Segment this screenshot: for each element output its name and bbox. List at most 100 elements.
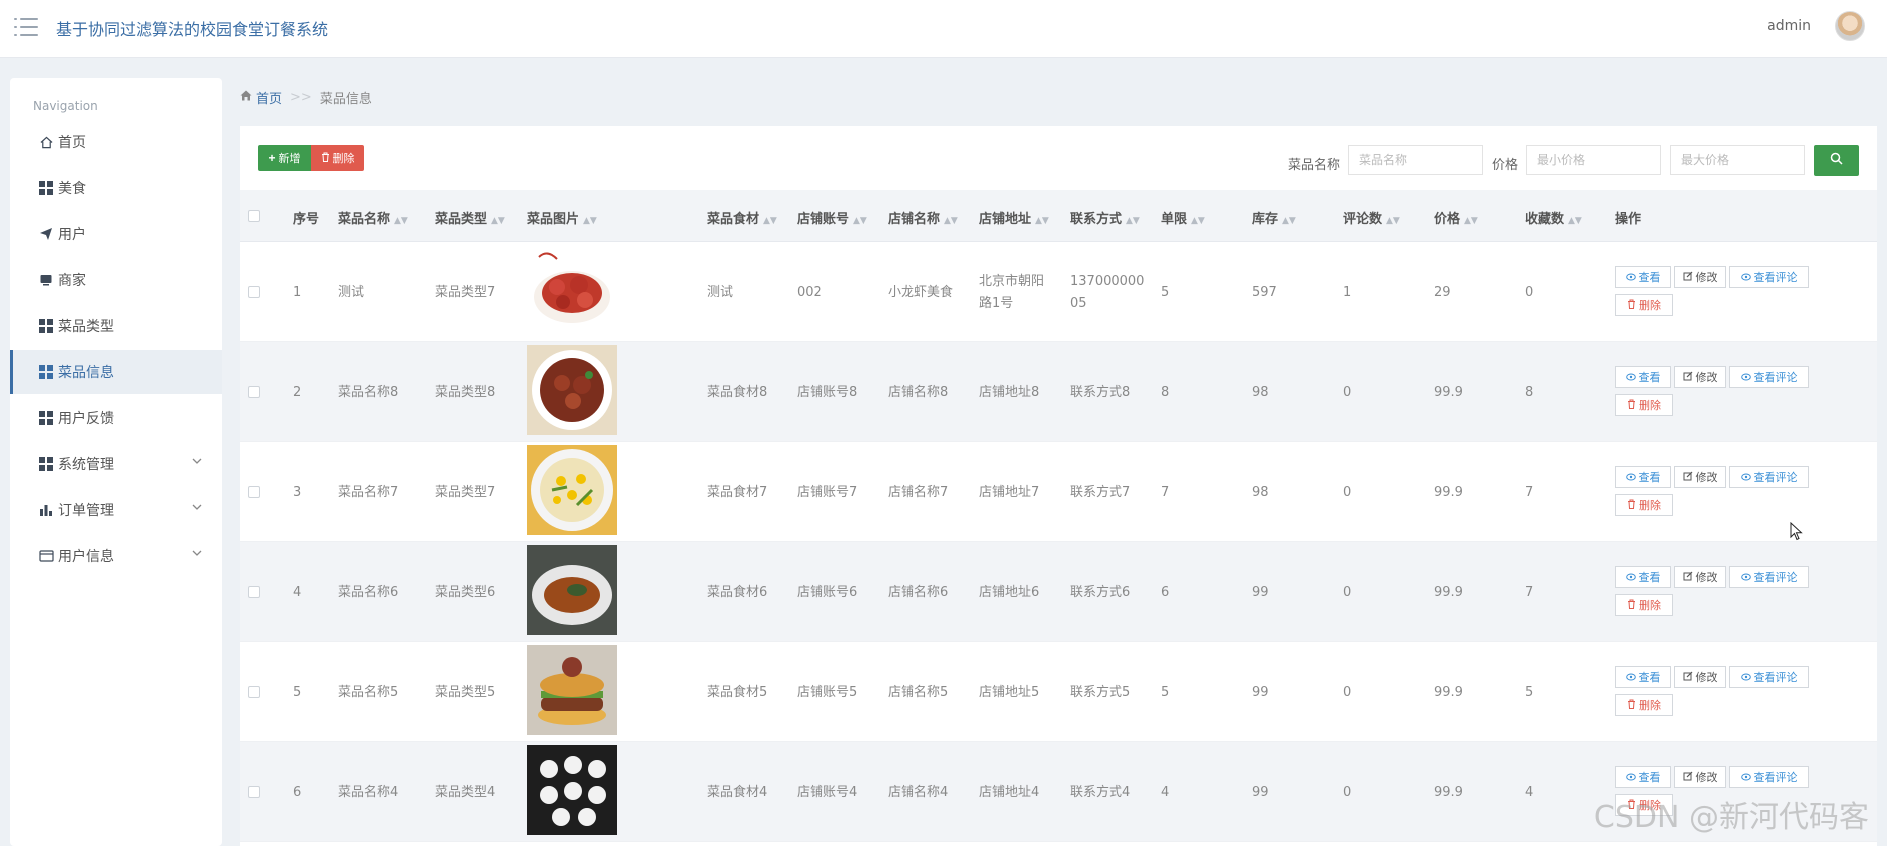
sidebar-item-user[interactable]: 用户 bbox=[10, 212, 222, 256]
col-header-shop[interactable]: 店铺名称 ▲▼ bbox=[888, 208, 958, 227]
cell-favorites: 0 bbox=[1525, 285, 1534, 300]
sidebar-item-food-info[interactable]: 菜品信息 bbox=[10, 350, 222, 394]
col-header-type[interactable]: 菜品类型 ▲▼ bbox=[435, 208, 505, 227]
name-search-input[interactable] bbox=[1348, 145, 1483, 175]
col-header-ingredients[interactable]: 菜品食材 ▲▼ bbox=[707, 208, 777, 227]
col-header-stock[interactable]: 库存 ▲▼ bbox=[1252, 208, 1296, 227]
food-image[interactable] bbox=[527, 645, 617, 735]
sidebar-item-feedback[interactable]: 用户反馈 bbox=[10, 396, 222, 440]
food-image[interactable] bbox=[527, 245, 617, 335]
col-header-favorites[interactable]: 收藏数 ▲▼ bbox=[1525, 208, 1582, 227]
row-checkbox[interactable] bbox=[248, 386, 260, 398]
sidebar-item-user-info[interactable]: 用户信息 bbox=[10, 534, 222, 578]
sidebar-item-food[interactable]: 美食 bbox=[10, 166, 222, 210]
sidebar-item-orders[interactable]: 订单管理 bbox=[10, 488, 222, 532]
view-button[interactable]: 查看 bbox=[1615, 766, 1671, 788]
cell-phone: 联系方式7 bbox=[1070, 485, 1131, 500]
trash-icon bbox=[1627, 499, 1636, 512]
edit-button[interactable]: 修改 bbox=[1674, 766, 1726, 788]
cell-stock: 98 bbox=[1252, 385, 1269, 400]
home-icon bbox=[240, 90, 252, 105]
sidebar-item-merchant[interactable]: 商家 bbox=[10, 258, 222, 302]
col-header-image[interactable]: 菜品图片 ▲▼ bbox=[527, 208, 597, 227]
edit-button[interactable]: 修改 bbox=[1674, 566, 1726, 588]
cell-address: 店铺地址7 bbox=[979, 485, 1040, 500]
view-comments-button[interactable]: 查看评论 bbox=[1729, 366, 1809, 388]
sidebar-item-label: 商家 bbox=[58, 273, 86, 289]
eye-icon bbox=[1625, 671, 1636, 684]
edit-icon bbox=[1683, 671, 1693, 684]
sidebar-item-home[interactable]: 首页 bbox=[10, 120, 222, 164]
view-comments-button[interactable]: 查看评论 bbox=[1729, 266, 1809, 288]
add-button[interactable]: + 新增 bbox=[258, 145, 311, 171]
user-name[interactable]: admin bbox=[1767, 18, 1811, 34]
col-header-account[interactable]: 店铺账号 ▲▼ bbox=[797, 208, 867, 227]
edit-icon bbox=[1683, 771, 1693, 784]
view-button[interactable]: 查看 bbox=[1615, 566, 1671, 588]
sidebar-item-label: 菜品类型 bbox=[58, 319, 114, 335]
row-checkbox[interactable] bbox=[248, 486, 260, 498]
row-delete-button[interactable]: 删除 bbox=[1615, 494, 1673, 516]
cell-type: 菜品类型6 bbox=[435, 585, 496, 600]
row-delete-button[interactable]: 删除 bbox=[1615, 594, 1673, 616]
row-delete-button[interactable]: 删除 bbox=[1615, 394, 1673, 416]
cell-name: 菜品名称6 bbox=[338, 585, 399, 600]
sidebar-item-label: 首页 bbox=[58, 135, 86, 151]
bar-chart-icon bbox=[38, 502, 54, 518]
col-header-name[interactable]: 菜品名称 ▲▼ bbox=[338, 208, 408, 227]
col-header-limit[interactable]: 单限 ▲▼ bbox=[1161, 208, 1205, 227]
view-button[interactable]: 查看 bbox=[1615, 666, 1671, 688]
cell-type: 菜品类型4 bbox=[435, 785, 496, 800]
max-price-input[interactable] bbox=[1670, 145, 1805, 175]
row-delete-button[interactable]: 删除 bbox=[1615, 294, 1673, 316]
food-image[interactable] bbox=[527, 545, 617, 635]
min-price-input[interactable] bbox=[1526, 145, 1661, 175]
view-comments-button[interactable]: 查看评论 bbox=[1729, 666, 1809, 688]
food-image[interactable] bbox=[527, 445, 617, 535]
col-header-address[interactable]: 店铺地址 ▲▼ bbox=[979, 208, 1049, 227]
view-button[interactable]: 查看 bbox=[1615, 266, 1671, 288]
cell-name: 测试 bbox=[338, 285, 365, 300]
row-checkbox[interactable] bbox=[248, 786, 260, 798]
select-all-checkbox[interactable] bbox=[248, 210, 260, 222]
row-checkbox[interactable] bbox=[248, 286, 260, 298]
cell-name: 菜品名称8 bbox=[338, 385, 399, 400]
view-comments-button[interactable]: 查看评论 bbox=[1729, 566, 1809, 588]
menu-toggle-icon[interactable] bbox=[14, 17, 38, 37]
col-header-price[interactable]: 价格 ▲▼ bbox=[1434, 208, 1478, 227]
add-button-label: 新增 bbox=[278, 153, 301, 165]
cell-price: 99.9 bbox=[1434, 685, 1463, 700]
sidebar-item-label: 用户反馈 bbox=[58, 411, 114, 427]
delete-button[interactable]: 删除 bbox=[311, 145, 364, 171]
row-checkbox[interactable] bbox=[248, 586, 260, 598]
cell-limit: 6 bbox=[1161, 585, 1170, 600]
col-header-comments[interactable]: 评论数 ▲▼ bbox=[1343, 208, 1400, 227]
row-delete-button[interactable]: 删除 bbox=[1615, 694, 1673, 716]
eye-icon bbox=[1740, 371, 1751, 384]
edit-button[interactable]: 修改 bbox=[1674, 366, 1726, 388]
avatar[interactable] bbox=[1835, 11, 1865, 41]
sidebar-item-food-type[interactable]: 菜品类型 bbox=[10, 304, 222, 348]
view-comments-button[interactable]: 查看评论 bbox=[1729, 466, 1809, 488]
cell-no: 3 bbox=[293, 485, 302, 500]
edit-button[interactable]: 修改 bbox=[1674, 666, 1726, 688]
edit-button[interactable]: 修改 bbox=[1674, 466, 1726, 488]
eye-icon bbox=[1625, 771, 1636, 784]
food-image[interactable] bbox=[527, 345, 617, 435]
col-header-phone[interactable]: 联系方式 ▲▼ bbox=[1070, 208, 1140, 227]
view-comments-button[interactable]: 查看评论 bbox=[1729, 766, 1809, 788]
cell-phone: 联系方式5 bbox=[1070, 685, 1131, 700]
view-button[interactable]: 查看 bbox=[1615, 466, 1671, 488]
search-button[interactable] bbox=[1814, 145, 1859, 176]
breadcrumb-current: 菜品信息 bbox=[319, 92, 372, 107]
food-image[interactable] bbox=[527, 745, 617, 835]
breadcrumb-home[interactable]: 首页 bbox=[256, 88, 282, 107]
view-button[interactable]: 查看 bbox=[1615, 366, 1671, 388]
row-checkbox[interactable] bbox=[248, 686, 260, 698]
sidebar-item-system[interactable]: 系统管理 bbox=[10, 442, 222, 486]
sort-icon: ▲▼ bbox=[1191, 216, 1205, 226]
edit-button[interactable]: 修改 bbox=[1674, 266, 1726, 288]
eye-icon bbox=[1740, 571, 1751, 584]
cell-ingredients: 菜品食材8 bbox=[707, 385, 768, 400]
chevron-down-icon bbox=[192, 455, 202, 469]
